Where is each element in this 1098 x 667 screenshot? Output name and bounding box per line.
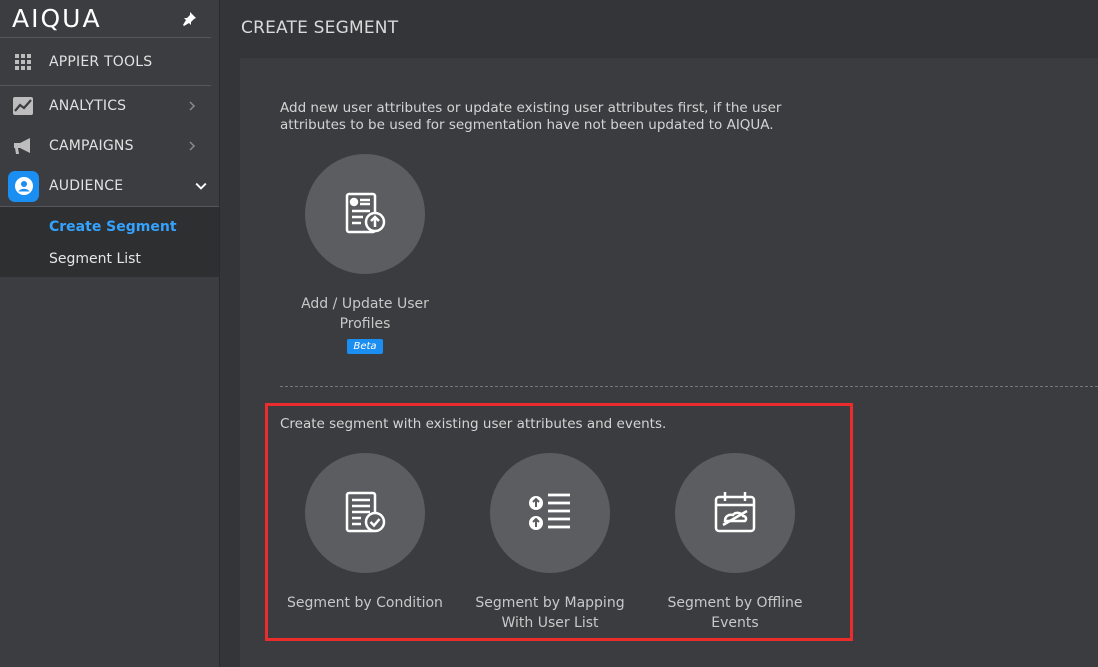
chart-icon <box>12 95 34 117</box>
sidebar-item-audience[interactable]: AUDIENCE <box>0 166 219 206</box>
sidebar-item-appier-tools[interactable]: APPIER TOOLS <box>0 38 211 86</box>
card-segment-by-offline-events[interactable]: Segment by Offline Events <box>645 453 825 633</box>
card-label: Segment by Condition <box>287 595 443 611</box>
card-circle[interactable] <box>305 154 425 274</box>
page-title: CREATE SEGMENT <box>241 18 399 38</box>
chevron-right-icon <box>189 141 196 151</box>
logo: AIQUA <box>12 4 102 33</box>
section2-intro: Create segment with existing user attrib… <box>280 416 667 432</box>
sidebar: AIQUA APPIER TOOLS ANALYTICS CAMPAIGNS A… <box>0 0 220 667</box>
content-panel: Add new user attributes or update existi… <box>240 58 1098 667</box>
audience-submenu: Create Segment Segment List <box>0 206 219 277</box>
section-divider <box>280 386 1098 387</box>
submenu-item-create-segment[interactable]: Create Segment <box>0 211 219 243</box>
list-upload-icon <box>529 493 570 530</box>
card-add-update-user-profiles[interactable]: Add / Update User Profiles Beta <box>275 154 455 354</box>
card-circle[interactable] <box>675 453 795 573</box>
sidebar-item-analytics[interactable]: ANALYTICS <box>0 86 211 126</box>
submenu-item-segment-list[interactable]: Segment List <box>0 243 219 275</box>
profile-upload-icon <box>345 192 386 234</box>
card-segment-by-condition[interactable]: Segment by Condition <box>275 453 455 613</box>
sidebar-item-label: CAMPAIGNS <box>49 138 134 154</box>
calendar-offline-icon <box>714 492 756 533</box>
sidebar-item-campaigns[interactable]: CAMPAIGNS <box>0 126 211 166</box>
sidebar-item-label: APPIER TOOLS <box>49 53 153 70</box>
sidebar-item-label: ANALYTICS <box>49 98 127 114</box>
logo-row: AIQUA <box>0 0 211 38</box>
section1-intro: Add new user attributes or update existi… <box>280 100 782 133</box>
user-circle-icon <box>8 170 39 202</box>
pin-icon[interactable] <box>181 11 197 27</box>
chevron-right-icon <box>189 101 196 111</box>
card-circle[interactable] <box>490 453 610 573</box>
chevron-down-icon <box>195 182 207 190</box>
sidebar-item-label: AUDIENCE <box>49 178 124 194</box>
card-circle[interactable] <box>305 453 425 573</box>
document-check-icon <box>345 491 386 533</box>
card-label: Segment by Mapping With User List <box>475 595 625 631</box>
beta-badge: Beta <box>347 339 383 354</box>
grid-icon <box>12 51 34 73</box>
card-label: Add / Update User Profiles <box>301 296 429 332</box>
card-segment-by-mapping[interactable]: Segment by Mapping With User List <box>460 453 640 633</box>
megaphone-icon <box>12 135 34 157</box>
card-label: Segment by Offline Events <box>667 595 803 631</box>
